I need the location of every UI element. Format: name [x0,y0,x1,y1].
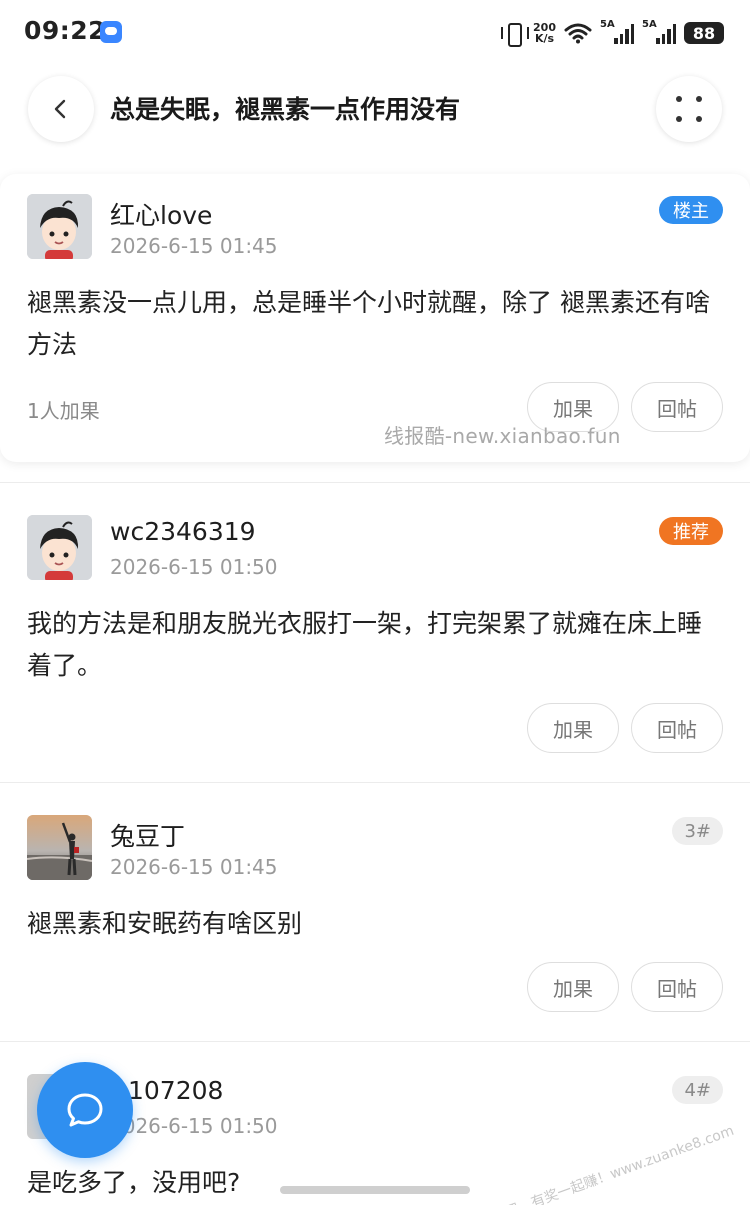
reply-button[interactable]: 回帖 [631,703,723,753]
reply-button[interactable]: 回帖 [631,962,723,1012]
post-time: 2026-6-15 01:50 [110,1114,278,1138]
watermark: 线报酷-new.xianbao.fun [384,424,621,448]
message-notification-icon [100,21,122,43]
post-username[interactable]: 红心love [110,196,212,232]
like-button[interactable]: 加果 [527,962,619,1012]
page-title: 总是失眠，褪黑素一点作用没有 [110,95,461,124]
home-indicator[interactable] [280,1186,470,1194]
beach-photo-avatar-icon [27,815,92,880]
more-button[interactable] [656,76,722,142]
chevron-left-icon [54,99,66,119]
reply-button[interactable]: 回帖 [631,382,723,432]
status-time: 09:22 [24,16,107,45]
post-username[interactable]: 107208 [128,1076,223,1105]
avatar[interactable] [27,815,92,880]
divider [0,482,750,483]
recommend-badge: 推荐 [659,517,723,545]
floor-badge: 3# [672,817,723,845]
owner-badge: 楼主 [659,196,723,224]
divider [0,782,750,783]
avatar[interactable] [27,194,92,259]
post-time: 2026-6-15 01:45 [110,234,278,258]
status-bar: 09:22 200 K/s 5A 5A 88 [0,0,750,64]
cartoon-avatar-icon [27,194,92,259]
post-username[interactable]: wc2346319 [110,517,256,546]
battery-indicator: 88 [684,22,724,44]
signal-2-label: 5A [642,19,657,30]
post-time: 2026-6-15 01:45 [110,855,278,879]
chat-bubble-icon [67,1093,103,1127]
signal-1-label: 5A [600,19,615,30]
like-count: 1人加果 [27,399,100,423]
post-content: 褪黑素和安眠药有啥区别 [27,909,303,938]
network-speed-unit: K/s [534,32,555,45]
avatar[interactable] [27,515,92,580]
reply-fab-button[interactable] [37,1062,133,1158]
status-icons: 200 K/s 5A 5A 88 [501,18,724,48]
signal-1-icon: 5A [600,19,634,44]
signal-2-icon: 5A [642,19,676,44]
more-dots-icon [676,96,682,102]
post-card-1: 红心love 2026-6-15 01:45 楼主 褪黑素没一点儿用，总是睡半个… [0,174,750,462]
floor-badge: 4# [672,1076,723,1104]
post-username[interactable]: 兔豆丁 [110,817,185,853]
post-content: 褪黑素没一点儿用，总是睡半个小时就醒，除了 褪黑素还有啥方法 [27,288,710,359]
cartoon-avatar-icon [27,515,92,580]
divider [0,1041,750,1042]
wifi-icon [564,23,592,44]
post-content: 我的方法是和朋友脱光衣服打一架，打完架累了就瘫在床上睡着了。 [27,609,703,680]
post-time: 2026-6-15 01:50 [110,555,278,579]
vibrate-icon [501,21,530,47]
network-speed: 200 K/s [533,22,556,44]
like-button[interactable]: 加果 [527,703,619,753]
back-button[interactable] [28,76,94,142]
